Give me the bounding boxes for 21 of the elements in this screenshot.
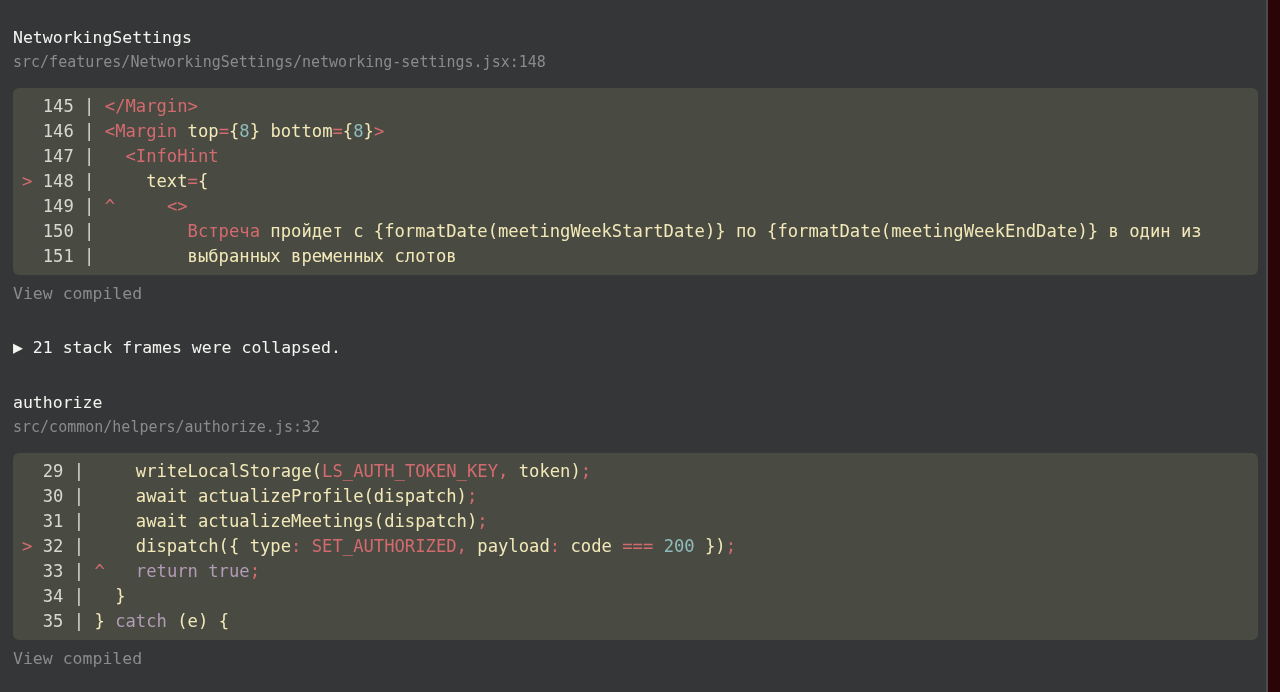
code-line: 33 | ^ return true; bbox=[41, 560, 262, 583]
code-line: 149 | ^ <> bbox=[41, 195, 189, 218]
collapsed-frames-toggle[interactable]: ▶ 21 stack frames were collapsed. bbox=[13, 337, 341, 359]
code-line: > 32 | dispatch({ type: SET_AUTHORIZED, payload: code === 200 }); bbox=[22, 535, 738, 558]
function-name: authorize bbox=[13, 392, 103, 414]
code-line: 30 | await actualizeProfile(dispatch); bbox=[41, 485, 479, 508]
view-compiled-link[interactable]: View compiled bbox=[13, 648, 143, 670]
function-name: NetworkingSettings bbox=[13, 27, 192, 49]
code-line: 35 | } catch (e) { bbox=[41, 610, 230, 633]
code-line: 31 | await actualizeMeetings(dispatch); bbox=[41, 510, 489, 533]
code-line: 150 | Встреча пройдет с {formatDate(meetingWeekStartDate)} по {formatDate(meetingWeekEndDate)} в один из bbox=[41, 220, 1203, 243]
code-line: 29 | writeLocalStorage(LS_AUTH_TOKEN_KEY, token); bbox=[41, 460, 593, 483]
file-path: src/features/NetworkingSettings/networking-settings.jsx:148 bbox=[13, 52, 546, 73]
code-line: 151 | выбранных временных слотов bbox=[41, 245, 458, 268]
file-path: src/common/helpers/authorize.js:32 bbox=[13, 417, 321, 438]
code-line: 146 | <Margin top={8} bottom={8}> bbox=[41, 120, 386, 143]
code-line: > 148 | text={ bbox=[22, 170, 210, 193]
code-line: 34 | } bbox=[41, 585, 127, 608]
view-compiled-link[interactable]: View compiled bbox=[13, 283, 143, 305]
code-line: 147 | <InfoHint bbox=[41, 145, 220, 168]
code-line: 145 | </Margin> bbox=[41, 95, 199, 118]
